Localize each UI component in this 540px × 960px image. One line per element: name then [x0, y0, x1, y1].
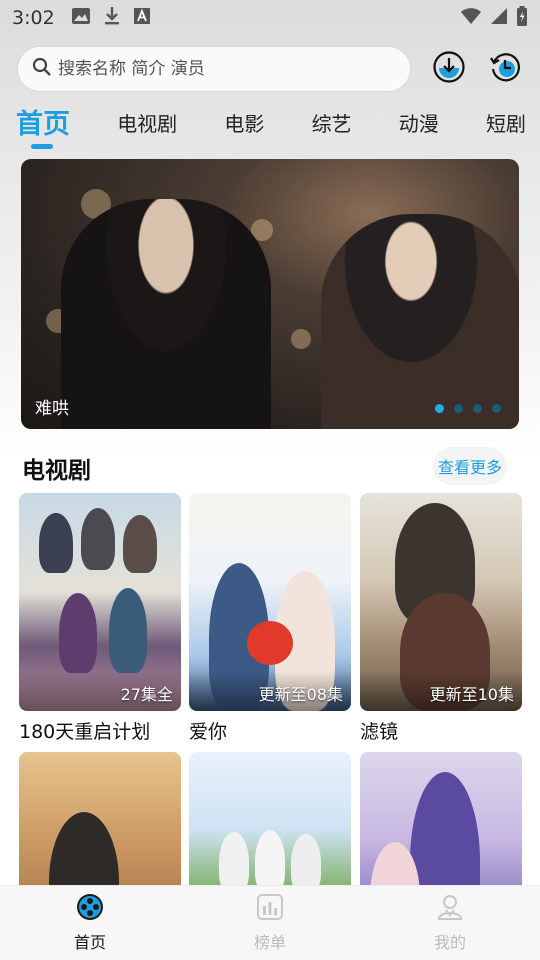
image-icon — [71, 7, 91, 29]
status-bar: 3:02 — [0, 0, 540, 36]
nav-ranking[interactable]: 榜单 — [180, 886, 360, 960]
nav-profile[interactable]: 我的 — [360, 886, 540, 960]
film-reel-icon — [76, 893, 104, 925]
episode-badge: 更新至10集 — [429, 685, 514, 704]
tab-tv-series[interactable]: 电视剧 — [117, 102, 177, 137]
tab-label: 首页 — [16, 109, 70, 140]
history-button[interactable] — [488, 52, 522, 86]
banner-figure — [61, 199, 271, 429]
tab-anime[interactable]: 动漫 — [399, 102, 439, 137]
show-card[interactable]: 27集全 180天重启计划 — [19, 493, 181, 744]
banner-caption: 难哄 — [35, 399, 69, 419]
search-input[interactable] — [58, 59, 378, 79]
history-icon — [488, 50, 522, 88]
show-card[interactable]: 更新至10集 滤镜 — [360, 493, 522, 744]
tab-movies[interactable]: 电影 — [224, 102, 264, 137]
pagination-dot[interactable] — [473, 404, 482, 413]
pagination-dot[interactable] — [435, 404, 444, 413]
signal-icon — [490, 7, 508, 29]
tab-label: 短剧 — [485, 112, 526, 136]
tab-home[interactable]: 首页 — [16, 102, 70, 149]
category-tabs: 首页 电视剧 电影 综艺 动漫 短剧 — [16, 102, 526, 152]
status-time: 3:02 — [12, 7, 55, 29]
section-title: 电视剧 — [22, 458, 91, 484]
show-card[interactable]: 更新至08集 爱你 — [189, 493, 351, 744]
view-more-button[interactable]: 查看更多 — [433, 447, 507, 485]
banner-bokeh — [291, 329, 311, 349]
battery-icon — [516, 6, 528, 30]
profile-icon — [436, 893, 464, 925]
tab-label: 综艺 — [311, 112, 352, 136]
tab-indicator — [31, 144, 53, 149]
show-poster: 27集全 — [19, 493, 181, 711]
show-title: 滤镜 — [360, 721, 399, 743]
search-row — [18, 46, 522, 92]
show-title: 爱你 — [189, 721, 228, 743]
banner-pagination — [435, 404, 501, 413]
tab-label: 电影 — [224, 112, 265, 136]
pagination-dot[interactable] — [492, 404, 501, 413]
nav-home[interactable]: 首页 — [0, 886, 180, 960]
nav-label: 榜单 — [253, 933, 286, 952]
wifi-icon — [460, 7, 482, 29]
nav-label: 我的 — [433, 933, 466, 952]
tab-label: 电视剧 — [117, 112, 178, 136]
pagination-dot[interactable] — [454, 404, 463, 413]
show-title: 180天重启计划 — [19, 721, 151, 743]
tab-label: 动漫 — [398, 112, 439, 136]
search-icon — [32, 57, 52, 81]
download-icon — [103, 6, 121, 30]
tab-short-drama[interactable]: 短剧 — [486, 102, 526, 137]
download-icon — [432, 50, 466, 88]
nav-label: 首页 — [73, 933, 106, 952]
show-poster: 更新至10集 — [360, 493, 522, 711]
banner-figure — [321, 214, 519, 429]
featured-banner[interactable]: 难哄 — [21, 159, 519, 429]
show-poster: 更新至08集 — [189, 493, 351, 711]
tab-variety[interactable]: 综艺 — [312, 102, 352, 137]
episode-badge: 27集全 — [120, 685, 173, 704]
episode-badge: 更新至08集 — [258, 685, 343, 704]
download-button[interactable] — [432, 50, 466, 88]
bottom-navigation: 首页 榜单 我的 — [0, 885, 540, 960]
font-icon — [133, 7, 151, 29]
chart-icon — [256, 893, 284, 925]
search-bar[interactable] — [18, 47, 410, 91]
